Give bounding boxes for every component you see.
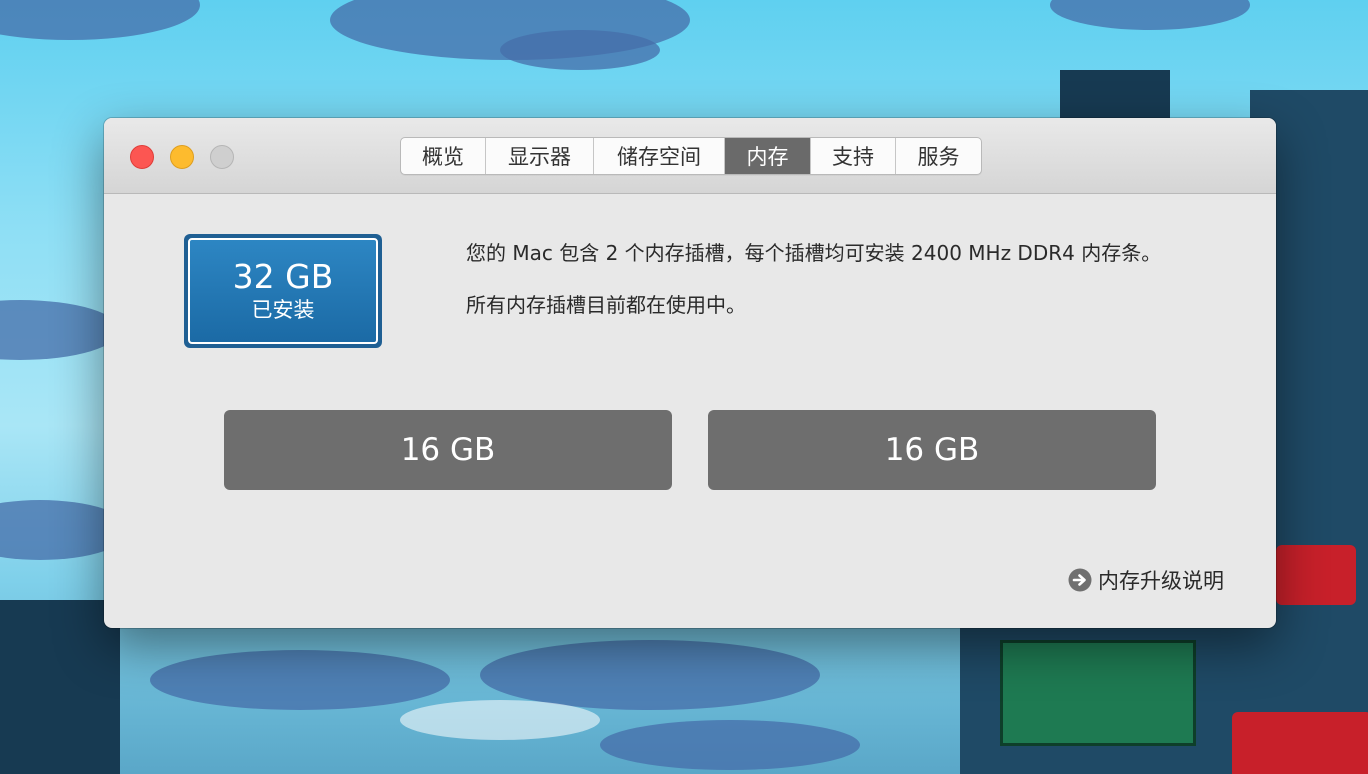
tab-service[interactable]: 服务 <box>896 138 981 174</box>
wallpaper-sign <box>1000 640 1196 746</box>
wallpaper-cloud <box>1050 0 1250 30</box>
installed-memory-badge-inner: 32 GB 已安装 <box>188 238 378 344</box>
installed-memory-size: 32 GB <box>232 257 334 296</box>
tab-displays[interactable]: 显示器 <box>486 138 594 174</box>
tab-support[interactable]: 支持 <box>811 138 896 174</box>
minimize-button[interactable] <box>170 145 194 169</box>
memory-slot-size: 16 GB <box>884 432 980 468</box>
close-button[interactable] <box>130 145 154 169</box>
tab-bar: 概览 显示器 储存空间 内存 支持 服务 <box>400 137 982 175</box>
zoom-button[interactable] <box>210 145 234 169</box>
tab-storage[interactable]: 储存空间 <box>594 138 725 174</box>
wallpaper-building <box>0 600 120 774</box>
memory-slots-description: 您的 Mac 包含 2 个内存插槽，每个插槽均可安装 2400 MHz DDR4… <box>466 241 1162 265</box>
tab-memory[interactable]: 内存 <box>725 138 811 174</box>
wallpaper-cloud <box>600 720 860 770</box>
memory-slot-1: 16 GB <box>224 410 672 490</box>
arrow-right-circle-icon <box>1068 568 1092 592</box>
wallpaper-cloud <box>150 650 450 710</box>
memory-slots-status: 所有内存插槽目前都在使用中。 <box>466 293 746 317</box>
memory-upgrade-link[interactable]: 内存升级说明 <box>1068 565 1224 595</box>
wallpaper-cloud <box>500 30 660 70</box>
memory-slot-size: 16 GB <box>400 432 496 468</box>
wallpaper-sign <box>1276 545 1356 605</box>
memory-upgrade-link-label[interactable]: 内存升级说明 <box>1098 565 1224 595</box>
wallpaper-sign <box>1232 712 1368 774</box>
installed-memory-label: 已安装 <box>251 298 315 322</box>
tab-overview[interactable]: 概览 <box>401 138 486 174</box>
about-this-mac-window: 概览 显示器 储存空间 内存 支持 服务 32 GB 已安装 您的 Mac 包含… <box>104 118 1276 628</box>
titlebar: 概览 显示器 储存空间 内存 支持 服务 <box>104 118 1276 194</box>
wallpaper-cloud <box>400 700 600 740</box>
wallpaper-cloud <box>0 300 120 360</box>
memory-slot-2: 16 GB <box>708 410 1156 490</box>
wallpaper-cloud <box>0 0 200 40</box>
wallpaper-cloud <box>480 640 820 710</box>
installed-memory-badge: 32 GB 已安装 <box>184 234 382 348</box>
